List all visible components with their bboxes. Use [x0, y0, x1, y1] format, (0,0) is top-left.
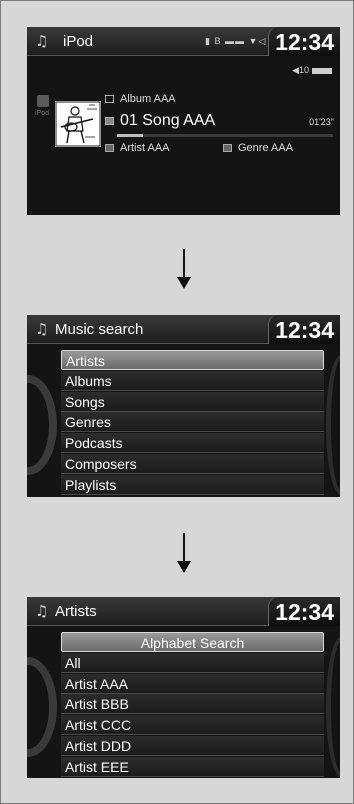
clock: 12:34: [275, 317, 334, 343]
music-note-icon: ♫: [35, 602, 49, 620]
list-item-artists[interactable]: Artists: [61, 350, 324, 370]
side-decoration: [326, 355, 340, 495]
list-item-artist-bbb[interactable]: Artist BBB: [61, 694, 324, 715]
artist-name: Artist AAA: [120, 142, 170, 154]
list-item-albums[interactable]: Albums: [61, 370, 324, 391]
ipod-icon: [37, 95, 49, 107]
list-item-artist-eee[interactable]: Artist EEE: [61, 756, 324, 777]
clock: 12:34: [275, 29, 334, 55]
status-icons: ▮ B ▬▬ ▼◁: [205, 36, 267, 46]
song-name: 01 Song AAA: [120, 112, 216, 129]
screen-title: iPod: [63, 33, 94, 50]
genre-name: Genre AAA: [238, 142, 294, 154]
clock: 12:34: [275, 599, 334, 625]
selector-knob-decoration: [27, 657, 57, 757]
list-item-artist-aaa[interactable]: Artist AAA: [61, 673, 324, 694]
arrow-down-icon: [177, 533, 191, 573]
top-bar: ♫ Artists 12:34: [27, 597, 340, 626]
screen-title: Artists: [55, 603, 97, 620]
song-row: 01 Song AAA: [105, 112, 215, 130]
ipod-source-icon: iPod: [35, 95, 51, 127]
artists-list: Alphabet Search All Artist AAA Artist BB…: [61, 632, 324, 778]
list-item-songs[interactable]: Songs: [61, 391, 324, 412]
illustration-frame: ♫ iPod ▮ B ▬▬ ▼◁ 12:34 ◀10 iPod Album AA…: [0, 0, 354, 804]
list-item-composers[interactable]: Composers: [61, 453, 324, 474]
guitarist-illustration: [55, 101, 101, 147]
volume-level: ◀10: [292, 65, 309, 75]
music-note-icon: ♫: [35, 32, 49, 50]
list-item-playlists[interactable]: Playlists: [61, 474, 324, 495]
list-item-all[interactable]: All: [61, 652, 324, 673]
music-note-icon: ♫: [35, 320, 49, 338]
top-bar: ♫ Music search 12:34: [27, 315, 340, 344]
genre-row: Genre AAA: [223, 142, 293, 154]
ipod-source-label: iPod: [35, 110, 50, 117]
music-search-screen: ♫ Music search 12:34 Artists Albums Song…: [27, 315, 340, 497]
selector-knob-decoration: [27, 375, 57, 475]
list-item-artist-ddd[interactable]: Artist DDD: [61, 735, 324, 756]
album-name: Album AAA: [120, 93, 176, 105]
song-icon: [105, 116, 114, 125]
genre-icon: [223, 144, 232, 153]
progress-bar: [117, 134, 333, 137]
top-bar: ♫ iPod ▮ B ▬▬ ▼◁ 12:34: [27, 27, 340, 56]
elapsed-time: 01'23": [309, 117, 334, 127]
list-item-artist-ccc[interactable]: Artist CCC: [61, 715, 324, 736]
progress-fill: [117, 134, 143, 137]
volume-indicator: ◀10: [292, 65, 332, 76]
artist-icon: [105, 144, 114, 153]
list-item-podcasts[interactable]: Podcasts: [61, 433, 324, 454]
ipod-screen: ♫ iPod ▮ B ▬▬ ▼◁ 12:34 ◀10 iPod Album AA…: [27, 27, 340, 215]
volume-bar: [312, 67, 332, 74]
arrow-down-icon: [177, 249, 191, 289]
side-decoration: [326, 637, 340, 777]
album-art: [55, 101, 101, 147]
screen-title: Music search: [55, 321, 144, 338]
music-search-list: Artists Albums Songs Genres Podcasts Com…: [61, 350, 324, 496]
album-row: Album AAA: [105, 93, 176, 105]
artists-screen: ♫ Artists 12:34 Alphabet Search All Arti…: [27, 597, 340, 778]
artist-row: Artist AAA: [105, 142, 170, 154]
list-item-alphabet-search[interactable]: Alphabet Search: [61, 632, 324, 652]
album-icon: [105, 95, 114, 104]
list-item-genres[interactable]: Genres: [61, 412, 324, 433]
